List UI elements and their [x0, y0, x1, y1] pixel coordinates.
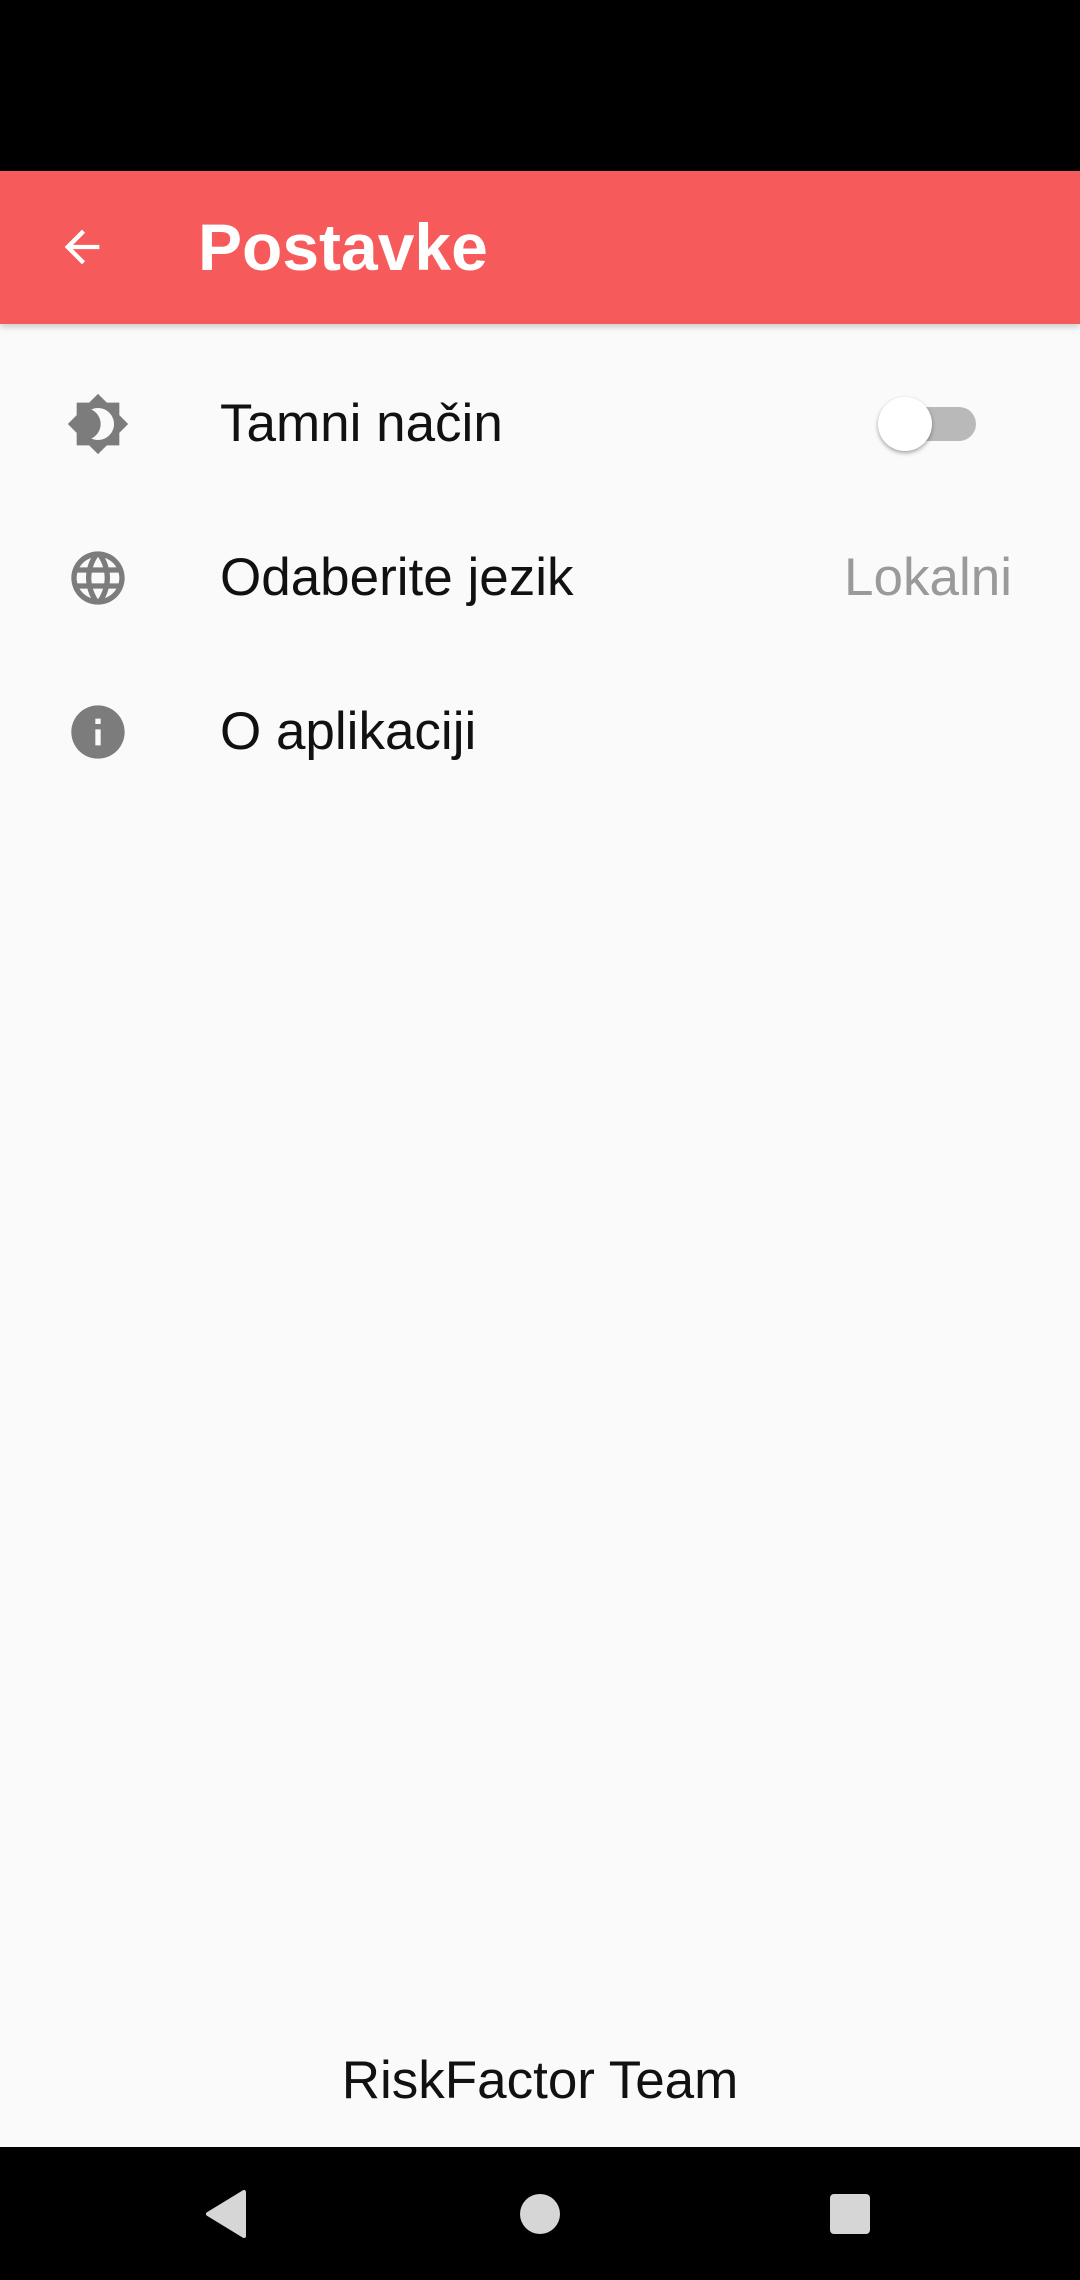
setting-language[interactable]: Odaberite jezik Lokalni: [0, 501, 1080, 655]
setting-label-dark-mode: Tamni način: [220, 394, 503, 453]
system-navigation-bar: [0, 2147, 1080, 2280]
globe-icon: [66, 546, 130, 610]
nav-home-button[interactable]: [480, 2147, 600, 2280]
nav-recents-button[interactable]: [790, 2147, 910, 2280]
footer-credit: RiskFactor Team: [341, 2051, 739, 2110]
language-value: Lokalni: [844, 548, 1012, 607]
nav-recents-icon: [830, 2193, 870, 2234]
setting-label-about: O aplikaciji: [220, 702, 477, 761]
nav-home-icon: [520, 2193, 560, 2234]
dark-mode-toggle[interactable]: [878, 394, 982, 454]
toggle-thumb: [878, 397, 932, 451]
settings-list: Tamni način Odaberite jezik Lokalni O ap…: [0, 347, 1080, 809]
setting-dark-mode[interactable]: Tamni način: [0, 347, 1080, 501]
status-bar: [0, 0, 1080, 171]
brightness-icon: [66, 392, 130, 456]
back-button[interactable]: [38, 203, 126, 291]
page-title: Postavke: [198, 210, 488, 284]
nav-back-icon: [206, 2189, 246, 2238]
app-bar: Postavke: [0, 171, 1080, 324]
setting-about[interactable]: O aplikaciji: [0, 655, 1080, 809]
arrow-back-icon: [64, 229, 100, 265]
setting-label-language: Odaberite jezik: [220, 548, 574, 607]
info-icon: [66, 700, 130, 764]
settings-screen: Postavke Tamni način Odaberite jezik Lok: [0, 0, 1080, 2280]
nav-back-button[interactable]: [166, 2147, 286, 2280]
